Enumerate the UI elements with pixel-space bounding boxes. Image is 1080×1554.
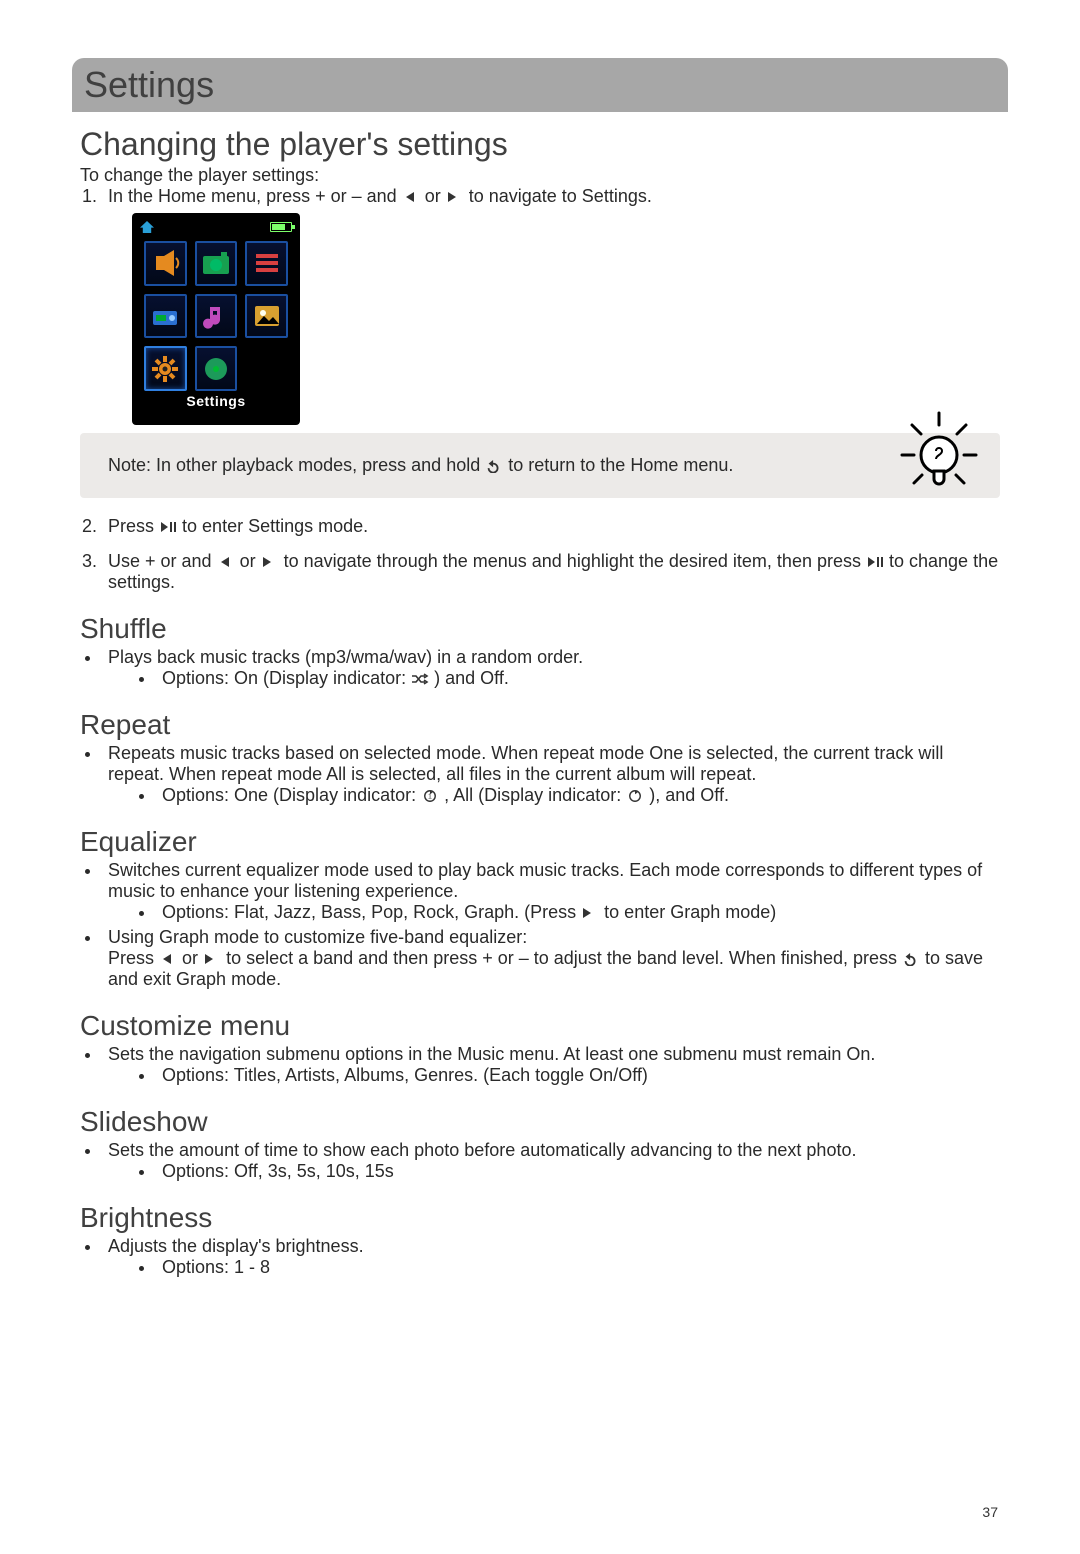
back-return-icon bbox=[485, 459, 503, 473]
previous-track-icon bbox=[217, 555, 235, 569]
heading-slideshow: Slideshow bbox=[80, 1106, 1000, 1138]
shuffle-list: Plays back music tracks (mp3/wma/wav) in… bbox=[102, 647, 1000, 689]
shuffle-item: Plays back music tracks (mp3/wma/wav) in… bbox=[102, 647, 1000, 689]
page-number: 37 bbox=[982, 1504, 998, 1520]
device-caption: Settings bbox=[138, 393, 294, 409]
page: Settings Changing the player's settings … bbox=[0, 0, 1080, 1554]
tile-playlists bbox=[195, 346, 238, 391]
heading-shuffle: Shuffle bbox=[80, 613, 1000, 645]
tile-video bbox=[195, 241, 238, 286]
brightness-list: Adjusts the display's brightness. Option… bbox=[102, 1236, 1000, 1278]
next-track-icon bbox=[446, 190, 464, 204]
repeat-options: Options: One (Display indicator: , All (… bbox=[156, 785, 1000, 806]
back-return-icon bbox=[902, 952, 920, 966]
device-statusbar bbox=[138, 219, 294, 235]
customize-item: Sets the navigation submenu options in t… bbox=[102, 1044, 1000, 1086]
play-pause-icon bbox=[159, 520, 177, 534]
device-screenshot: Settings bbox=[132, 213, 300, 425]
slideshow-options: Options: Off, 3s, 5s, 10s, 15s bbox=[156, 1161, 1000, 1182]
home-icon bbox=[140, 221, 154, 233]
shuffle-options: Options: On (Display indicator: ) and Of… bbox=[156, 668, 1000, 689]
repeat-list: Repeats music tracks based on selected m… bbox=[102, 743, 1000, 806]
tile-audiobooks bbox=[245, 241, 288, 286]
tile-radio bbox=[144, 294, 187, 339]
tile-settings bbox=[144, 346, 187, 391]
page-title: Settings bbox=[84, 64, 996, 106]
repeat-all-icon bbox=[626, 789, 644, 803]
brightness-options: Options: 1 - 8 bbox=[156, 1257, 1000, 1278]
slideshow-item: Sets the amount of time to show each pho… bbox=[102, 1140, 1000, 1182]
repeat-item: Repeats music tracks based on selected m… bbox=[102, 743, 1000, 806]
note-body: In other playback modes, press and hold bbox=[156, 455, 485, 475]
section-heading-changing: Changing the player's settings bbox=[80, 126, 1000, 163]
brightness-item: Adjusts the display's brightness. Option… bbox=[102, 1236, 1000, 1278]
tile-now-playing bbox=[144, 241, 187, 286]
tile-music bbox=[195, 294, 238, 339]
customize-list: Sets the navigation submenu options in t… bbox=[102, 1044, 1000, 1086]
equalizer-options: Options: Flat, Jazz, Bass, Pop, Rock, Gr… bbox=[156, 902, 1000, 923]
step-1: In the Home menu, press + or – and or to… bbox=[102, 186, 1000, 425]
equalizer-item-1: Switches current equalizer mode used to … bbox=[102, 860, 1000, 923]
step-2: Press to enter Settings mode. bbox=[102, 516, 1000, 537]
lightbulb-tip-icon bbox=[894, 407, 984, 497]
next-track-icon bbox=[581, 906, 599, 920]
tile-photo bbox=[245, 294, 288, 339]
heading-customize: Customize menu bbox=[80, 1010, 1000, 1042]
battery-icon bbox=[270, 222, 292, 232]
heading-repeat: Repeat bbox=[80, 709, 1000, 741]
equalizer-item-2: Using Graph mode to customize five-band … bbox=[102, 927, 1000, 990]
title-bar: Settings bbox=[72, 58, 1008, 112]
steps-list-cont: Press to enter Settings mode. Use + or a… bbox=[102, 516, 1000, 593]
shuffle-icon bbox=[411, 672, 429, 686]
slideshow-list: Sets the amount of time to show each pho… bbox=[102, 1140, 1000, 1182]
customize-options: Options: Titles, Artists, Albums, Genres… bbox=[156, 1065, 1000, 1086]
intro-text: To change the player settings: bbox=[80, 165, 1000, 186]
play-pause-icon bbox=[866, 555, 884, 569]
next-track-icon bbox=[203, 952, 221, 966]
repeat-one-icon bbox=[421, 789, 439, 803]
heading-equalizer: Equalizer bbox=[80, 826, 1000, 858]
note-tail: to return to the Home menu. bbox=[508, 455, 733, 475]
previous-track-icon bbox=[159, 952, 177, 966]
next-track-icon bbox=[261, 555, 279, 569]
steps-list: In the Home menu, press + or – and or to… bbox=[102, 186, 1000, 425]
note-box: Note: In other playback modes, press and… bbox=[80, 433, 1000, 498]
device-menu-grid bbox=[138, 235, 294, 393]
step-3: Use + or and or to navigate through the … bbox=[102, 551, 1000, 593]
note-prefix: Note: bbox=[108, 455, 156, 475]
heading-brightness: Brightness bbox=[80, 1202, 1000, 1234]
equalizer-list: Switches current equalizer mode used to … bbox=[102, 860, 1000, 990]
previous-track-icon bbox=[402, 190, 420, 204]
